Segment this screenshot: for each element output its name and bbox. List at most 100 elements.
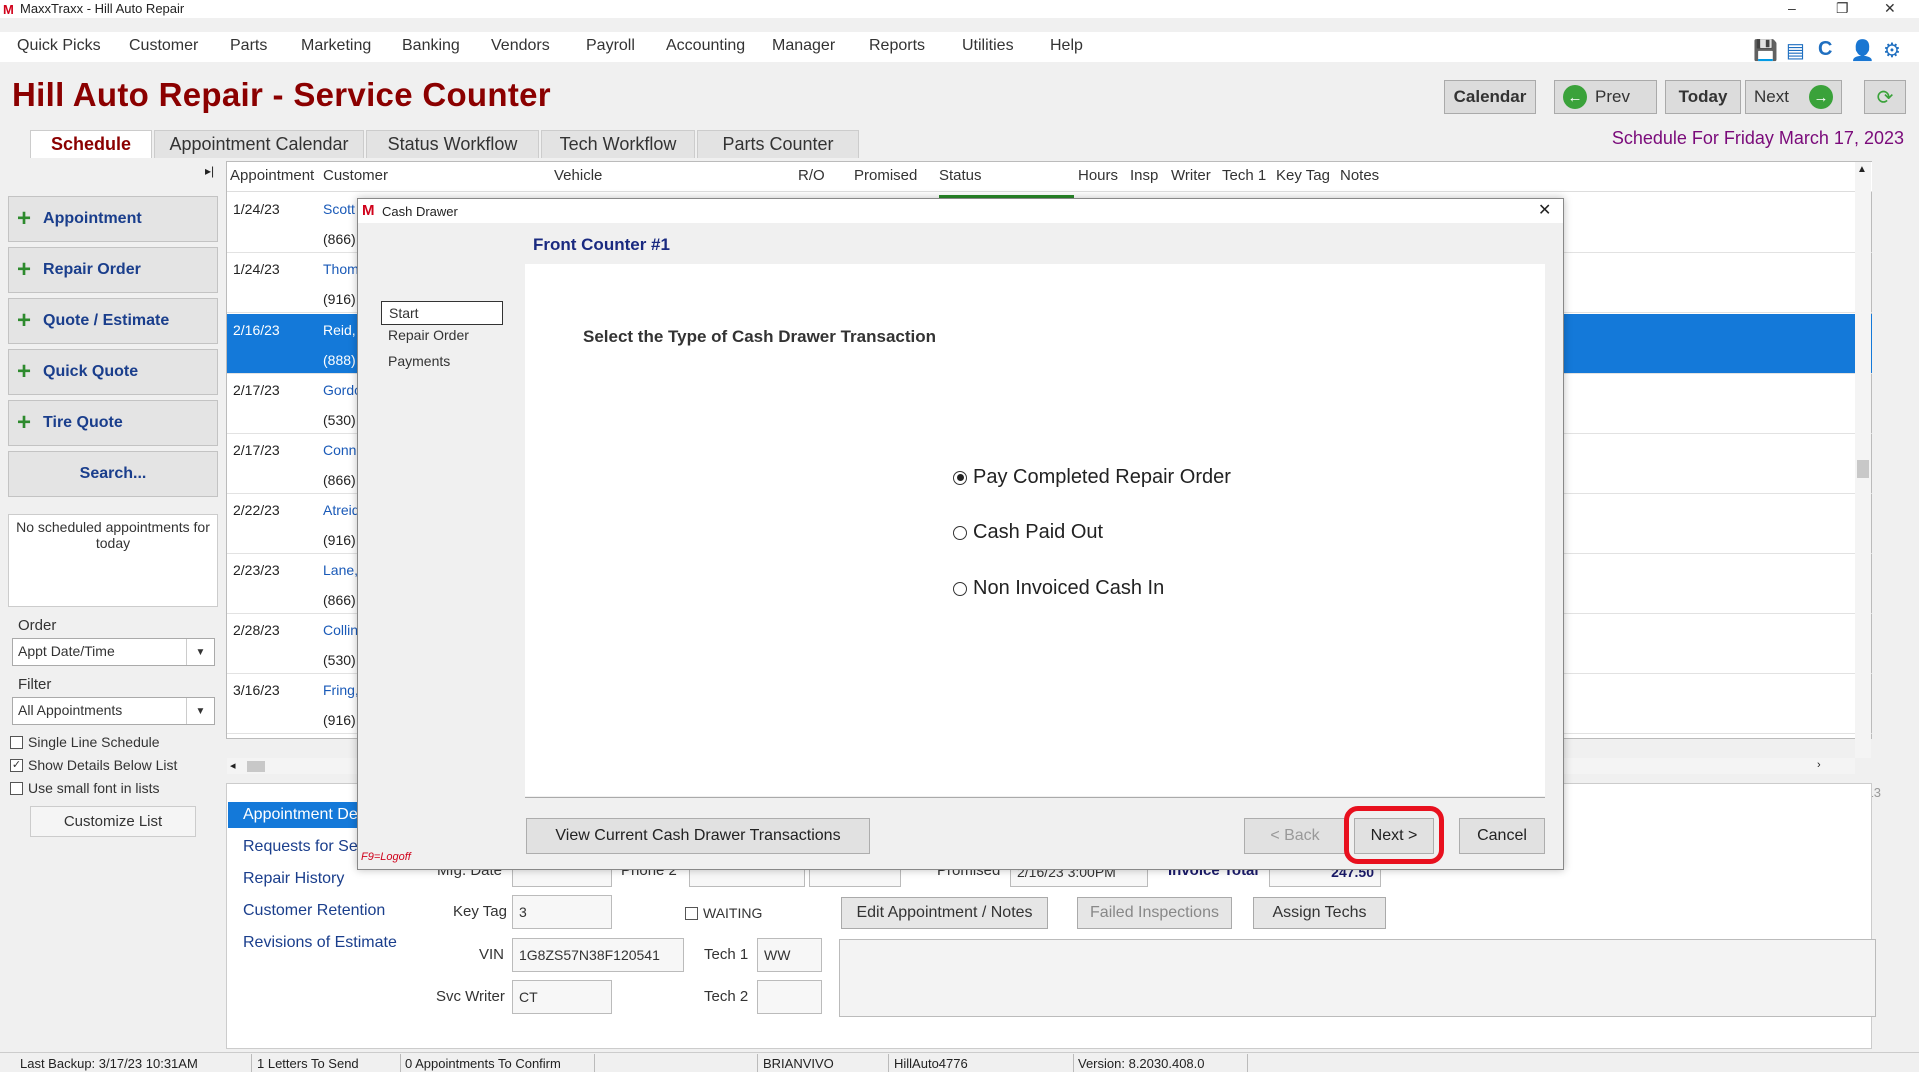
link-requests-for-service[interactable]: Requests for Ser bbox=[243, 838, 363, 856]
notes-area[interactable] bbox=[839, 939, 1876, 1017]
tech1-field[interactable]: WW bbox=[757, 938, 822, 972]
new-appointment-button[interactable]: + Appointment bbox=[8, 196, 218, 242]
quick-quote-button[interactable]: + Quick Quote bbox=[8, 349, 218, 395]
save-icon[interactable]: 💾 bbox=[1753, 38, 1778, 63]
col-writer[interactable]: Writer bbox=[1171, 162, 1211, 192]
row-customer[interactable]: Conn bbox=[323, 442, 356, 458]
order-label: Order bbox=[18, 617, 57, 634]
option-cash-paid-out[interactable]: Cash Paid Out bbox=[953, 521, 1103, 544]
svc-writer-field[interactable]: CT bbox=[512, 980, 612, 1014]
col-insp[interactable]: Insp bbox=[1130, 162, 1158, 192]
single-line-checkbox[interactable]: Single Line Schedule bbox=[10, 734, 160, 750]
menu-customer[interactable]: Customer bbox=[129, 37, 198, 55]
new-repair-order-button[interactable]: + Repair Order bbox=[8, 247, 218, 293]
status-database: HillAuto4776 bbox=[894, 1056, 968, 1071]
tab-status-workflow[interactable]: Status Workflow bbox=[366, 130, 539, 158]
hscroll-thumb[interactable] bbox=[247, 761, 265, 772]
back-button[interactable]: < Back bbox=[1244, 818, 1346, 854]
status-letters[interactable]: 1 Letters To Send bbox=[257, 1056, 359, 1071]
menu-reports[interactable]: Reports bbox=[869, 37, 925, 55]
tech2-field[interactable] bbox=[757, 980, 822, 1014]
link-appointment-details[interactable]: Appointment De bbox=[228, 802, 358, 828]
menu-payroll[interactable]: Payroll bbox=[586, 37, 635, 55]
scroll-right-icon[interactable]: › bbox=[1817, 759, 1821, 771]
row-customer[interactable]: Scott bbox=[323, 201, 355, 217]
page-title: Hill Auto Repair - Service Counter bbox=[12, 76, 551, 113]
order-select[interactable]: Appt Date/Time ▼ bbox=[12, 638, 215, 666]
tab-tech-workflow[interactable]: Tech Workflow bbox=[541, 130, 695, 158]
customize-list-button[interactable]: Customize List bbox=[30, 806, 196, 837]
edit-appointment-button[interactable]: Edit Appointment / Notes bbox=[841, 897, 1048, 929]
menu-manager[interactable]: Manager bbox=[772, 37, 835, 55]
small-font-checkbox[interactable]: Use small font in lists bbox=[10, 780, 159, 796]
tire-quote-button[interactable]: + Tire Quote bbox=[8, 400, 218, 446]
dialog-close-button[interactable]: ✕ bbox=[1538, 200, 1551, 220]
option-non-invoiced-cash-in[interactable]: Non Invoiced Cash In bbox=[953, 577, 1164, 600]
calculator-icon[interactable]: ▤ bbox=[1786, 38, 1805, 63]
prev-button[interactable]: ← Prev bbox=[1554, 80, 1657, 114]
show-details-checkbox[interactable]: ✓ Show Details Below List bbox=[10, 757, 177, 773]
vertical-scrollbar[interactable]: ▲ bbox=[1855, 162, 1871, 758]
key-tag-field[interactable]: 3 bbox=[512, 895, 612, 929]
step-payments: Payments bbox=[388, 353, 451, 369]
option-pay-completed-ro[interactable]: Pay Completed Repair Order bbox=[953, 466, 1231, 489]
scroll-left-icon[interactable]: ◂ bbox=[230, 759, 236, 772]
collapse-panel-icon[interactable]: ▸| bbox=[205, 164, 214, 178]
tab-appointment-calendar[interactable]: Appointment Calendar bbox=[154, 130, 364, 158]
col-appointment[interactable]: Appointment bbox=[230, 162, 314, 192]
close-window-button[interactable]: ✕ bbox=[1884, 0, 1896, 17]
search-button[interactable]: Search... bbox=[8, 451, 218, 497]
assign-techs-button[interactable]: Assign Techs bbox=[1253, 897, 1386, 929]
row-customer[interactable]: Fring, bbox=[323, 682, 359, 698]
filter-select[interactable]: All Appointments ▼ bbox=[12, 697, 215, 725]
gear-icon[interactable]: ⚙ bbox=[1883, 38, 1901, 63]
menu-parts[interactable]: Parts bbox=[230, 37, 267, 55]
col-promised[interactable]: Promised bbox=[854, 162, 917, 192]
row-date: 2/28/23 bbox=[233, 622, 280, 638]
col-tech1[interactable]: Tech 1 bbox=[1222, 162, 1266, 192]
restore-button[interactable]: ❐ bbox=[1836, 0, 1849, 17]
menu-utilities[interactable]: Utilities bbox=[962, 37, 1014, 55]
scroll-thumb[interactable] bbox=[1857, 460, 1869, 478]
row-customer[interactable]: Reid, bbox=[323, 322, 356, 338]
failed-inspections-button[interactable]: Failed Inspections bbox=[1077, 897, 1232, 929]
maxxtraxx-icon[interactable]: C bbox=[1818, 38, 1832, 61]
menu-vendors[interactable]: Vendors bbox=[491, 37, 550, 55]
col-customer[interactable]: Customer bbox=[323, 162, 388, 192]
col-ro[interactable]: R/O bbox=[798, 162, 825, 192]
status-appointments[interactable]: 0 Appointments To Confirm bbox=[405, 1056, 561, 1071]
tab-schedule[interactable]: Schedule bbox=[30, 130, 152, 158]
menu-marketing[interactable]: Marketing bbox=[301, 37, 371, 55]
col-hours[interactable]: Hours bbox=[1078, 162, 1118, 192]
row-customer[interactable]: Lane, bbox=[323, 562, 358, 578]
link-revisions-of-estimate[interactable]: Revisions of Estimate bbox=[243, 934, 397, 952]
menu-help[interactable]: Help bbox=[1050, 37, 1083, 55]
col-notes[interactable]: Notes bbox=[1340, 162, 1379, 192]
user-help-icon[interactable]: 👤 bbox=[1850, 38, 1875, 63]
row-customer[interactable]: Atreid bbox=[323, 502, 360, 518]
link-repair-history[interactable]: Repair History bbox=[243, 870, 344, 888]
view-transactions-button[interactable]: View Current Cash Drawer Transactions bbox=[526, 818, 870, 854]
menu-banking[interactable]: Banking bbox=[402, 37, 460, 55]
next-day-button[interactable]: Next → bbox=[1745, 80, 1842, 114]
minimize-button[interactable]: – bbox=[1788, 0, 1796, 16]
row-customer[interactable]: Collin bbox=[323, 622, 358, 638]
vin-field[interactable]: 1G8ZS57N38F120541 bbox=[512, 938, 684, 972]
calendar-button[interactable]: Calendar bbox=[1444, 80, 1536, 114]
menu-bar: Quick Picks Customer Parts Marketing Ban… bbox=[0, 32, 1919, 62]
menu-accounting[interactable]: Accounting bbox=[666, 37, 745, 55]
checkbox-box bbox=[10, 781, 23, 795]
waiting-checkbox[interactable]: WAITING bbox=[685, 905, 762, 921]
refresh-button[interactable]: ⟳ bbox=[1864, 80, 1906, 114]
next-button[interactable]: Next > bbox=[1354, 818, 1434, 854]
scroll-up-icon[interactable]: ▲ bbox=[1857, 164, 1867, 175]
link-customer-retention[interactable]: Customer Retention bbox=[243, 902, 385, 920]
col-key-tag[interactable]: Key Tag bbox=[1276, 162, 1330, 192]
tab-parts-counter[interactable]: Parts Counter bbox=[697, 130, 859, 158]
menu-quick-picks[interactable]: Quick Picks bbox=[17, 37, 101, 55]
col-vehicle[interactable]: Vehicle bbox=[554, 162, 602, 192]
new-quote-button[interactable]: + Quote / Estimate bbox=[8, 298, 218, 344]
cancel-button[interactable]: Cancel bbox=[1459, 818, 1545, 854]
today-button[interactable]: Today bbox=[1665, 80, 1741, 114]
row-customer[interactable]: Thom bbox=[323, 261, 359, 277]
